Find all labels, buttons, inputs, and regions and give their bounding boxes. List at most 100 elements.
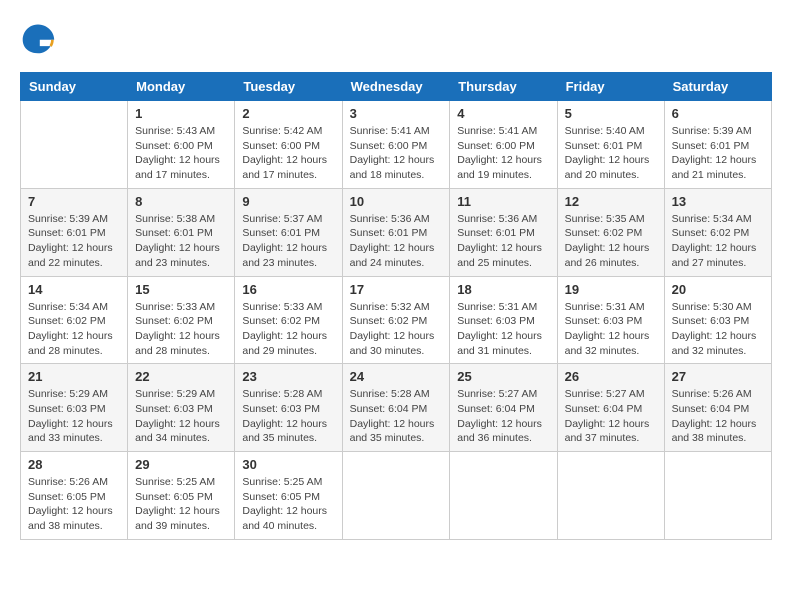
calendar-cell: [557, 452, 664, 540]
day-number: 8: [135, 194, 227, 209]
day-info: Sunrise: 5:27 AM Sunset: 6:04 PM Dayligh…: [565, 387, 657, 446]
day-info: Sunrise: 5:25 AM Sunset: 6:05 PM Dayligh…: [242, 475, 334, 534]
day-number: 3: [350, 106, 443, 121]
week-row-2: 7 Sunrise: 5:39 AM Sunset: 6:01 PM Daylig…: [21, 188, 772, 276]
calendar-cell: 12 Sunrise: 5:35 AM Sunset: 6:02 PM Dayli…: [557, 188, 664, 276]
calendar-cell: [450, 452, 557, 540]
calendar-cell: 18Sunrise: 5:31 AM Sunset: 6:03 PM Dayli…: [450, 276, 557, 364]
day-info: Sunrise: 5:37 AM Sunset: 6:01 PM Dayligh…: [242, 212, 334, 271]
day-number: 29: [135, 457, 227, 472]
day-number: 7: [28, 194, 120, 209]
day-info: Sunrise: 5:36 AM Sunset: 6:01 PM Dayligh…: [457, 212, 549, 271]
day-info: Sunrise: 5:34 AM Sunset: 6:02 PM Dayligh…: [672, 212, 764, 271]
calendar-table: SundayMondayTuesdayWednesdayThursdayFrid…: [20, 72, 772, 540]
weekday-header-thursday: Thursday: [450, 73, 557, 101]
calendar-cell: 26 Sunrise: 5:27 AM Sunset: 6:04 PM Dayli…: [557, 364, 664, 452]
day-info: Sunrise: 5:42 AM Sunset: 6:00 PM Dayligh…: [242, 124, 334, 183]
calendar-cell: 14 Sunrise: 5:34 AM Sunset: 6:02 PM Dayli…: [21, 276, 128, 364]
week-row-5: 28 Sunrise: 5:26 AM Sunset: 6:05 PM Dayli…: [21, 452, 772, 540]
day-info: Sunrise: 5:29 AM Sunset: 6:03 PM Dayligh…: [135, 387, 227, 446]
calendar-cell: [342, 452, 450, 540]
day-info: Sunrise: 5:39 AM Sunset: 6:01 PM Dayligh…: [28, 212, 120, 271]
calendar-cell: 8 Sunrise: 5:38 AM Sunset: 6:01 PM Daylig…: [128, 188, 235, 276]
calendar-cell: 24 Sunrise: 5:28 AM Sunset: 6:04 PM Dayli…: [342, 364, 450, 452]
calendar-cell: 1 Sunrise: 5:43 AM Sunset: 6:00 PM Daylig…: [128, 101, 235, 189]
calendar-cell: 27Sunrise: 5:26 AM Sunset: 6:04 PM Dayli…: [664, 364, 771, 452]
day-number: 6: [672, 106, 764, 121]
calendar-cell: [664, 452, 771, 540]
day-info: Sunrise: 5:33 AM Sunset: 6:02 PM Dayligh…: [242, 300, 334, 359]
week-row-3: 14 Sunrise: 5:34 AM Sunset: 6:02 PM Dayli…: [21, 276, 772, 364]
calendar-cell: 25Sunrise: 5:27 AM Sunset: 6:04 PM Dayli…: [450, 364, 557, 452]
day-number: 14: [28, 282, 120, 297]
day-info: Sunrise: 5:40 AM Sunset: 6:01 PM Dayligh…: [565, 124, 657, 183]
weekday-header-tuesday: Tuesday: [235, 73, 342, 101]
day-number: 25: [457, 369, 549, 384]
day-number: 1: [135, 106, 227, 121]
calendar-cell: 11 Sunrise: 5:36 AM Sunset: 6:01 PM Dayli…: [450, 188, 557, 276]
calendar-cell: 9 Sunrise: 5:37 AM Sunset: 6:01 PM Daylig…: [235, 188, 342, 276]
calendar-cell: 29 Sunrise: 5:25 AM Sunset: 6:05 PM Dayli…: [128, 452, 235, 540]
day-number: 10: [350, 194, 443, 209]
day-info: Sunrise: 5:31 AM Sunset: 6:03 PM Dayligh…: [457, 300, 549, 359]
day-info: Sunrise: 5:33 AM Sunset: 6:02 PM Dayligh…: [135, 300, 227, 359]
calendar-cell: 4 Sunrise: 5:41 AM Sunset: 6:00 PM Daylig…: [450, 101, 557, 189]
calendar-cell: 21 Sunrise: 5:29 AM Sunset: 6:03 PM Dayli…: [21, 364, 128, 452]
day-number: 9: [242, 194, 334, 209]
day-info: Sunrise: 5:26 AM Sunset: 6:04 PM Dayligh…: [672, 387, 764, 446]
day-info: Sunrise: 5:34 AM Sunset: 6:02 PM Dayligh…: [28, 300, 120, 359]
day-number: 26: [565, 369, 657, 384]
day-number: 11: [457, 194, 549, 209]
day-info: Sunrise: 5:28 AM Sunset: 6:03 PM Dayligh…: [242, 387, 334, 446]
day-number: 17: [350, 282, 443, 297]
day-number: 30: [242, 457, 334, 472]
day-info: Sunrise: 5:41 AM Sunset: 6:00 PM Dayligh…: [457, 124, 549, 183]
day-info: Sunrise: 5:26 AM Sunset: 6:05 PM Dayligh…: [28, 475, 120, 534]
day-info: Sunrise: 5:39 AM Sunset: 6:01 PM Dayligh…: [672, 124, 764, 183]
weekday-header-monday: Monday: [128, 73, 235, 101]
calendar-cell: 19Sunrise: 5:31 AM Sunset: 6:03 PM Dayli…: [557, 276, 664, 364]
logo: [20, 20, 60, 56]
day-number: 15: [135, 282, 227, 297]
calendar-cell: 15 Sunrise: 5:33 AM Sunset: 6:02 PM Dayli…: [128, 276, 235, 364]
calendar-cell: 3 Sunrise: 5:41 AM Sunset: 6:00 PM Daylig…: [342, 101, 450, 189]
weekday-header-friday: Friday: [557, 73, 664, 101]
weekday-header-row: SundayMondayTuesdayWednesdayThursdayFrid…: [21, 73, 772, 101]
day-info: Sunrise: 5:30 AM Sunset: 6:03 PM Dayligh…: [672, 300, 764, 359]
day-number: 22: [135, 369, 227, 384]
day-number: 12: [565, 194, 657, 209]
calendar-cell: 22 Sunrise: 5:29 AM Sunset: 6:03 PM Dayli…: [128, 364, 235, 452]
calendar-cell: 16 Sunrise: 5:33 AM Sunset: 6:02 PM Dayli…: [235, 276, 342, 364]
day-info: Sunrise: 5:38 AM Sunset: 6:01 PM Dayligh…: [135, 212, 227, 271]
weekday-header-saturday: Saturday: [664, 73, 771, 101]
day-number: 23: [242, 369, 334, 384]
calendar-cell: 6 Sunrise: 5:39 AM Sunset: 6:01 PM Daylig…: [664, 101, 771, 189]
day-number: 16: [242, 282, 334, 297]
day-info: Sunrise: 5:43 AM Sunset: 6:00 PM Dayligh…: [135, 124, 227, 183]
calendar-cell: 23 Sunrise: 5:28 AM Sunset: 6:03 PM Dayli…: [235, 364, 342, 452]
calendar-cell: 5 Sunrise: 5:40 AM Sunset: 6:01 PM Daylig…: [557, 101, 664, 189]
day-info: Sunrise: 5:35 AM Sunset: 6:02 PM Dayligh…: [565, 212, 657, 271]
day-info: Sunrise: 5:41 AM Sunset: 6:00 PM Dayligh…: [350, 124, 443, 183]
calendar-cell: [21, 101, 128, 189]
calendar-cell: 17Sunrise: 5:32 AM Sunset: 6:02 PM Dayli…: [342, 276, 450, 364]
weekday-header-wednesday: Wednesday: [342, 73, 450, 101]
day-number: 28: [28, 457, 120, 472]
calendar-cell: 7 Sunrise: 5:39 AM Sunset: 6:01 PM Daylig…: [21, 188, 128, 276]
week-row-1: 1 Sunrise: 5:43 AM Sunset: 6:00 PM Daylig…: [21, 101, 772, 189]
day-info: Sunrise: 5:31 AM Sunset: 6:03 PM Dayligh…: [565, 300, 657, 359]
day-info: Sunrise: 5:28 AM Sunset: 6:04 PM Dayligh…: [350, 387, 443, 446]
day-number: 4: [457, 106, 549, 121]
calendar-cell: 20Sunrise: 5:30 AM Sunset: 6:03 PM Dayli…: [664, 276, 771, 364]
day-number: 24: [350, 369, 443, 384]
logo-icon: [20, 20, 56, 56]
day-number: 5: [565, 106, 657, 121]
day-number: 13: [672, 194, 764, 209]
week-row-4: 21 Sunrise: 5:29 AM Sunset: 6:03 PM Dayli…: [21, 364, 772, 452]
calendar-cell: 30 Sunrise: 5:25 AM Sunset: 6:05 PM Dayli…: [235, 452, 342, 540]
day-number: 21: [28, 369, 120, 384]
weekday-header-sunday: Sunday: [21, 73, 128, 101]
calendar-cell: 2Sunrise: 5:42 AM Sunset: 6:00 PM Daylig…: [235, 101, 342, 189]
day-info: Sunrise: 5:25 AM Sunset: 6:05 PM Dayligh…: [135, 475, 227, 534]
day-info: Sunrise: 5:29 AM Sunset: 6:03 PM Dayligh…: [28, 387, 120, 446]
